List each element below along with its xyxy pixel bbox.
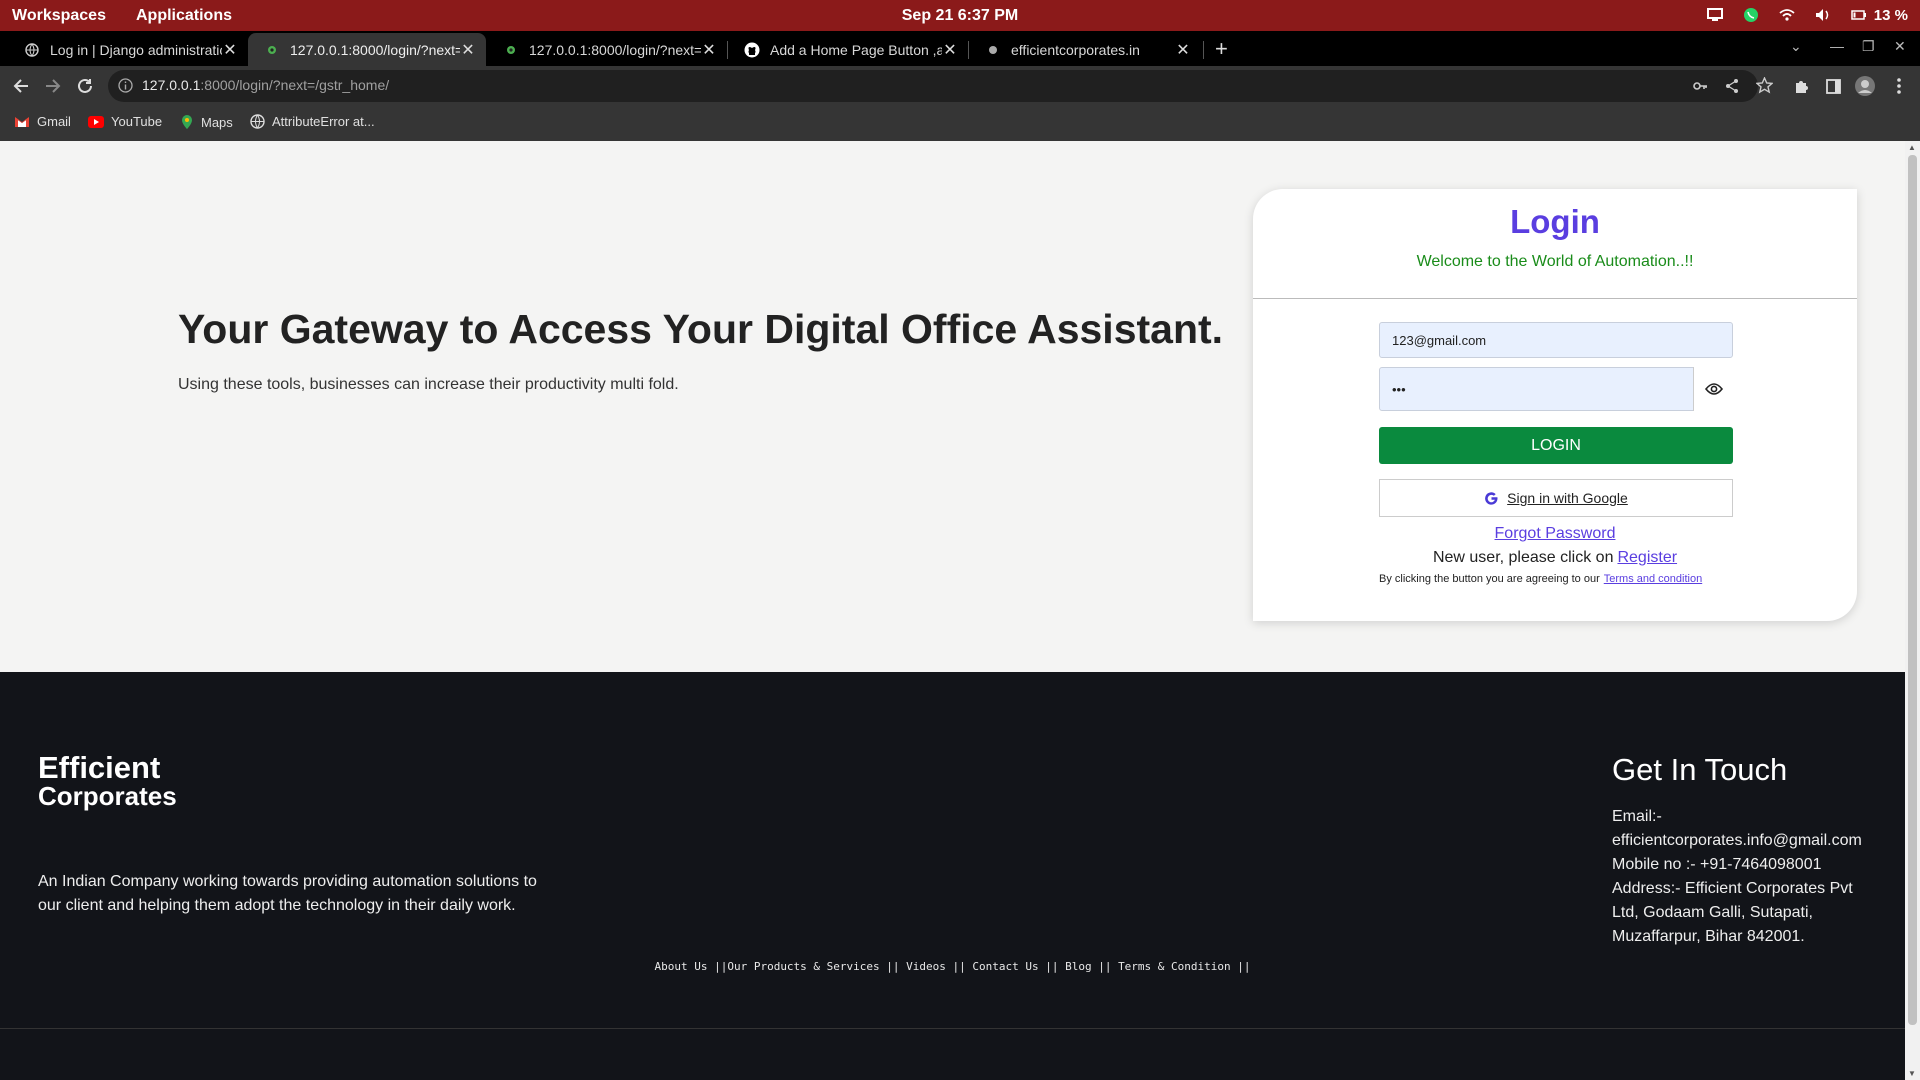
volume-icon[interactable]	[1814, 6, 1832, 24]
back-arrow-icon	[13, 79, 28, 93]
forward-button[interactable]	[42, 75, 64, 97]
login-title: Login	[1510, 203, 1600, 240]
whatsapp-icon[interactable]	[1742, 6, 1760, 24]
close-icon[interactable]: ✕	[1175, 40, 1191, 60]
register-link[interactable]: Register	[1617, 549, 1677, 566]
bookmark-attributeerror[interactable]: AttributeError at...	[250, 114, 375, 129]
footer-brand-line2: Corporates	[38, 781, 177, 811]
close-icon[interactable]: ✕	[942, 40, 958, 60]
share-icon[interactable]	[1724, 78, 1740, 99]
forgot-password-link[interactable]: Forgot Password	[1253, 525, 1857, 543]
bookmarks-bar: Gmail YouTube Maps AttributeError at...	[0, 107, 1920, 142]
login-card: Login Welcome to the World of Automation…	[1253, 189, 1857, 621]
contact-address: Address:- Efficient Corporates Pvt Ltd, …	[1612, 880, 1853, 945]
tab-django-admin[interactable]: Log in | Django administratio ✕	[8, 33, 248, 66]
browser-menu-icon[interactable]	[1888, 75, 1910, 97]
scrollbar-thumb[interactable]	[1908, 155, 1917, 1025]
profile-avatar[interactable]	[1854, 75, 1876, 97]
divider	[1253, 298, 1857, 299]
google-icon	[1485, 491, 1498, 505]
close-icon[interactable]: ✕	[460, 40, 476, 60]
terms-line: By clicking the button you are agreeing …	[1379, 573, 1702, 585]
reload-icon	[78, 78, 92, 93]
address-bar[interactable]: 127.0.0.1:8000/login/?next=/gstr_home/	[108, 70, 1774, 102]
footer-links[interactable]: About Us ||Our Products & Services || Vi…	[0, 960, 1905, 973]
tab-separator	[1203, 41, 1204, 59]
extensions-puzzle-icon[interactable]	[1790, 75, 1812, 97]
new-tab-button[interactable]: +	[1215, 36, 1228, 62]
forward-arrow-icon	[46, 79, 61, 93]
tab-efficientcorporates[interactable]: efficientcorporates.in ✕	[969, 33, 1201, 66]
hero-subtitle: Using these tools, businesses can increa…	[178, 376, 679, 393]
back-button[interactable]	[10, 75, 32, 97]
new-user-line: New user, please click on Register	[1253, 549, 1857, 567]
battery-percent: 13 %	[1873, 6, 1908, 24]
browser-toolbar: 127.0.0.1:8000/login/?next=/gstr_home/	[0, 66, 1920, 107]
new-user-text: New user, please click on	[1432, 549, 1614, 566]
show-password-toggle[interactable]	[1693, 367, 1734, 411]
page-scrollbar[interactable]: ▲ ▼	[1905, 141, 1920, 1080]
bookmark-maps[interactable]: Maps	[180, 114, 233, 130]
reload-button[interactable]	[74, 75, 96, 97]
welcome-message: Welcome to the World of Automation..!!	[1416, 253, 1694, 270]
wifi-icon[interactable]	[1778, 6, 1796, 24]
contact-email[interactable]: efficientcorporates.info@gmail.com	[1612, 829, 1882, 853]
gmail-icon	[15, 116, 29, 127]
tab-login-gstr[interactable]: 127.0.0.1:8000/login/?next=/g ✕	[248, 33, 486, 66]
site-favicon-icon	[264, 42, 280, 58]
scroll-down-arrow-icon[interactable]: ▼	[1908, 1069, 1916, 1078]
browser-tab-strip: Log in | Django administratio ✕ 127.0.0.…	[0, 31, 1920, 66]
bookmark-star-icon[interactable]	[1755, 76, 1774, 99]
tab-github-issue[interactable]: Add a Home Page Button ,afte ✕	[728, 33, 968, 66]
footer: Efficient Corporates An Indian Company w…	[0, 672, 1905, 1080]
page-viewport: Your Gateway to Access Your Digital Offi…	[0, 141, 1905, 1080]
url-text[interactable]: 127.0.0.1:8000/login/?next=/gstr_home/	[142, 77, 389, 93]
close-window-button[interactable]: ✕	[1894, 38, 1906, 55]
close-icon[interactable]: ✕	[222, 40, 238, 60]
email-field[interactable]: 123@gmail.com	[1379, 322, 1733, 358]
site-info-icon[interactable]	[118, 78, 133, 98]
google-signin-button[interactable]: Sign in with Google	[1379, 479, 1733, 517]
globe-icon	[24, 42, 40, 58]
screen-icon[interactable]	[1706, 6, 1724, 24]
footer-about-text: An Indian Company working towards provid…	[38, 873, 537, 914]
footer-divider	[0, 1028, 1905, 1029]
site-favicon-icon	[503, 42, 519, 58]
terms-text: By clicking the button you are agreeing …	[1379, 573, 1600, 585]
battery-icon[interactable]	[1850, 6, 1868, 24]
bookmark-gmail[interactable]: Gmail	[14, 114, 71, 129]
youtube-icon	[88, 115, 104, 128]
minimize-window-button[interactable]: —	[1830, 38, 1844, 54]
close-icon[interactable]: ✕	[701, 40, 717, 60]
tab-search-chevron-icon[interactable]: ⌄	[1790, 38, 1802, 55]
system-top-bar: Workspaces Applications Sep 21 6:37 PM 1…	[0, 0, 1920, 31]
password-field[interactable]: •••	[1379, 367, 1733, 411]
get-in-touch-heading: Get In Touch	[1612, 752, 1788, 787]
scroll-up-arrow-icon[interactable]: ▲	[1908, 143, 1916, 152]
maps-icon	[182, 115, 192, 129]
contact-mobile: Mobile no :- +91-7464098001	[1612, 856, 1822, 873]
globe-icon	[250, 114, 265, 129]
email-label: Email:-	[1612, 808, 1662, 825]
tab-login-other[interactable]: 127.0.0.1:8000/login/?next=/p ✕	[487, 33, 727, 66]
restore-window-button[interactable]: ❐	[1862, 38, 1875, 55]
eye-icon	[1705, 383, 1723, 395]
contact-details: Email:- efficientcorporates.info@gmail.c…	[1612, 805, 1882, 949]
login-button[interactable]: LOGIN	[1379, 427, 1733, 464]
site-favicon-icon	[985, 42, 1001, 58]
terms-link[interactable]: Terms and condition	[1604, 573, 1702, 585]
side-panel-icon[interactable]	[1822, 75, 1844, 97]
github-icon	[744, 42, 760, 58]
password-key-icon[interactable]	[1692, 78, 1708, 99]
bookmark-youtube[interactable]: YouTube	[88, 114, 162, 129]
google-signin-label: Sign in with Google	[1507, 490, 1628, 506]
hero-title: Your Gateway to Access Your Digital Offi…	[178, 306, 1224, 352]
system-clock[interactable]: Sep 21 6:37 PM	[0, 7, 1920, 25]
